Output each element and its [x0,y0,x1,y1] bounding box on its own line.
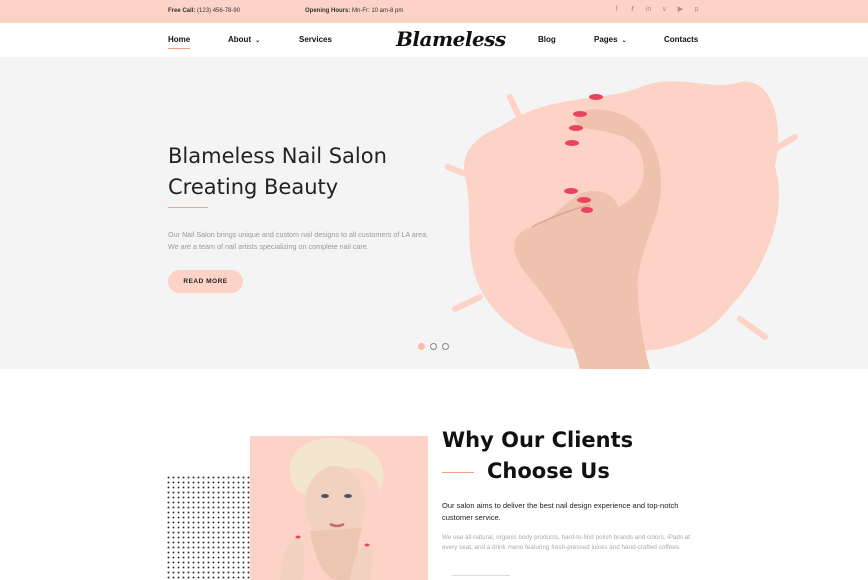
vimeo-icon[interactable]: v [661,5,668,15]
nav-pages[interactable]: Pages ⌄ [594,35,627,44]
twitter-icon[interactable]: 𝒕 [629,5,636,15]
opening-hours: Opening Hours: Mn-Fr: 10 am-8 pm [305,8,403,14]
divider [168,207,208,208]
nav-pages-label: Pages [594,35,618,44]
facebook-icon[interactable]: f [613,5,620,15]
nav-services[interactable]: Services [299,35,332,44]
chevron-down-icon: ⌄ [255,38,261,44]
nav-about[interactable]: About ⌄ [228,35,260,44]
hero-slider: Blameless Nail Salon Creating Beauty Our… [0,57,868,369]
section-lead: Our salon aims to deliver the best nail … [442,501,679,522]
hero-title-line1: Blameless Nail Salon [168,144,387,168]
section-title: Why Our Clients Choose Us [442,425,633,487]
linkedin-icon[interactable]: in [645,5,652,15]
slide-dot-2[interactable] [430,343,437,350]
hours-label: Opening Hours: [305,8,351,14]
hours-value: Mn-Fr: 10 am-8 pm [352,8,404,14]
hero-hand-image [445,81,798,369]
section-button-edge[interactable] [452,575,510,580]
read-more-button[interactable]: READ MORE [168,270,243,293]
slide-dot-3[interactable] [442,343,449,350]
nav-blog[interactable]: Blog [538,35,556,44]
logo[interactable]: Blameless [396,27,506,51]
top-bar: Free Call: (123) 456-78-90 Opening Hours… [0,0,868,23]
nav-contacts[interactable]: Contacts [664,35,698,44]
phone-label: Free Call: [168,8,196,14]
section-title-line2: Choose Us [442,456,633,487]
phone-number[interactable]: (123) 456-78-90 [197,8,240,14]
pinterest-icon[interactable]: p [693,5,700,15]
hero-title-line2: Creating Beauty [168,175,339,199]
section-body: We use all-natural, organic body product… [442,534,691,551]
nav-home[interactable]: Home [168,35,191,49]
main-nav: Home About ⌄ Services Blameless Blog Page… [0,23,868,57]
hero-title: Blameless Nail Salon Creating Beauty [168,141,468,203]
social-links: f 𝒕 in v ▶ p [613,5,700,15]
nav-about-label: About [228,35,252,44]
dot-pattern [166,475,250,580]
client-portrait-image [250,436,428,580]
youtube-icon[interactable]: ▶ [677,5,684,15]
slide-dot-1[interactable] [418,343,425,350]
hero-description: Our Nail Salon brings unique and custom … [168,230,429,251]
why-choose-us-section: Why Our Clients Choose Us Our salon aims… [0,369,868,580]
chevron-down-icon: ⌄ [621,38,627,44]
slider-pagination [418,343,449,350]
phone-info: Free Call: (123) 456-78-90 [168,8,240,14]
section-title-line1: Why Our Clients [442,428,634,452]
